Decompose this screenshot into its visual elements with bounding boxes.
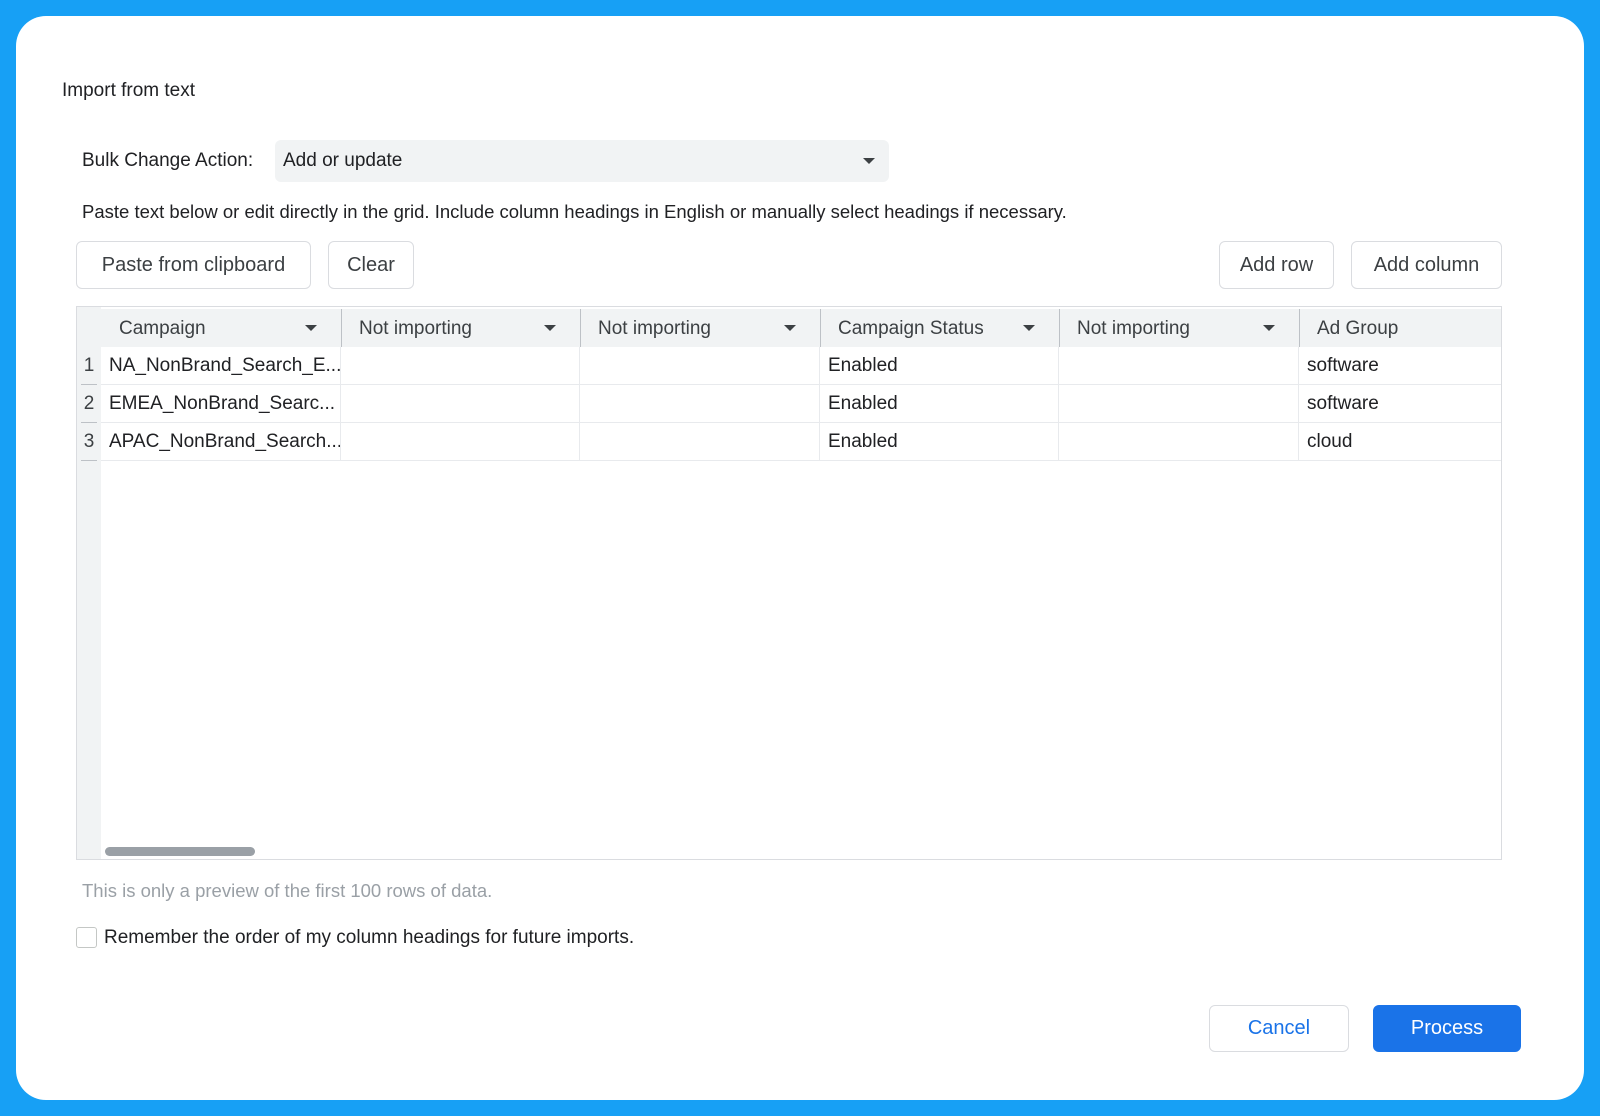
column-header-label: Not importing — [598, 318, 711, 339]
horizontal-scrollbar[interactable] — [105, 847, 255, 856]
remember-order-label: Remember the order of my column headings… — [104, 927, 635, 948]
column-header[interactable]: Campaign — [101, 309, 341, 347]
import-grid[interactable]: Campaign Not importing Not importing Campai… — [76, 306, 1502, 860]
grid-cell[interactable]: cloud — [1299, 423, 1501, 461]
grid-cell[interactable] — [1059, 423, 1299, 461]
grid-cell[interactable] — [580, 347, 820, 385]
grid-cell[interactable]: EMEA_NonBrand_Searc... — [101, 385, 341, 423]
preview-note: This is only a preview of the first 100 … — [82, 880, 493, 901]
add-column-button[interactable]: Add column — [1351, 241, 1502, 289]
column-header[interactable]: Not importing — [1059, 309, 1299, 347]
grid-cell[interactable] — [341, 423, 580, 461]
grid-cell[interactable]: Enabled — [820, 385, 1059, 423]
grid-cell[interactable]: software — [1299, 385, 1501, 423]
instructions-text: Paste text below or edit directly in the… — [82, 201, 1067, 222]
paste-from-clipboard-button[interactable]: Paste from clipboard — [76, 241, 311, 289]
column-header[interactable]: Campaign Status — [820, 309, 1059, 347]
row-number: 2 — [77, 385, 101, 423]
grid-cell[interactable]: Enabled — [820, 347, 1059, 385]
chevron-down-icon[interactable] — [1023, 325, 1035, 331]
grid-cell[interactable]: NA_NonBrand_Search_E... — [101, 347, 341, 385]
dialog-title: Import from text — [62, 80, 196, 101]
clear-button[interactable]: Clear — [328, 241, 414, 289]
grid-cell[interactable]: APAC_NonBrand_Search... — [101, 423, 341, 461]
add-row-button[interactable]: Add row — [1219, 241, 1334, 289]
grid-header: Campaign Not importing Not importing Campai… — [101, 309, 1501, 347]
grid-cell[interactable] — [580, 385, 820, 423]
bulk-change-action-label: Bulk Change Action: — [82, 150, 254, 171]
chevron-down-icon[interactable] — [544, 325, 556, 331]
row-number: 3 — [77, 423, 101, 461]
column-header[interactable]: Not importing — [580, 309, 820, 347]
grid-cell[interactable] — [341, 347, 580, 385]
column-divider[interactable] — [820, 309, 821, 347]
chevron-down-icon[interactable] — [784, 325, 796, 331]
grid-cell[interactable]: software — [1299, 347, 1501, 385]
column-header[interactable]: Ad Group — [1299, 309, 1501, 347]
grid-cell[interactable] — [341, 385, 580, 423]
column-divider[interactable] — [1299, 309, 1300, 347]
chevron-down-icon — [863, 158, 875, 164]
process-button[interactable]: Process — [1373, 1005, 1521, 1052]
column-divider[interactable] — [1059, 309, 1060, 347]
column-divider[interactable] — [341, 309, 342, 347]
grid-cell[interactable] — [580, 423, 820, 461]
column-header-label: Ad Group — [1317, 318, 1399, 339]
column-header-label: Campaign — [119, 318, 206, 339]
column-header-label: Not importing — [1077, 318, 1190, 339]
row-number: 1 — [77, 347, 101, 385]
bulk-change-action-value: Add or update — [283, 150, 403, 171]
grid-cell[interactable] — [1059, 385, 1299, 423]
column-header-label: Campaign Status — [838, 318, 984, 339]
grid-cell[interactable]: Enabled — [820, 423, 1059, 461]
grid-cell[interactable] — [1059, 347, 1299, 385]
bulk-change-action-select[interactable]: Add or update — [275, 140, 889, 182]
chevron-down-icon[interactable] — [1263, 325, 1275, 331]
column-header[interactable]: Not importing — [341, 309, 580, 347]
cancel-button[interactable]: Cancel — [1209, 1005, 1349, 1052]
column-header-label: Not importing — [359, 318, 472, 339]
remember-order-checkbox[interactable] — [76, 927, 97, 948]
chevron-down-icon[interactable] — [305, 325, 317, 331]
column-divider[interactable] — [580, 309, 581, 347]
